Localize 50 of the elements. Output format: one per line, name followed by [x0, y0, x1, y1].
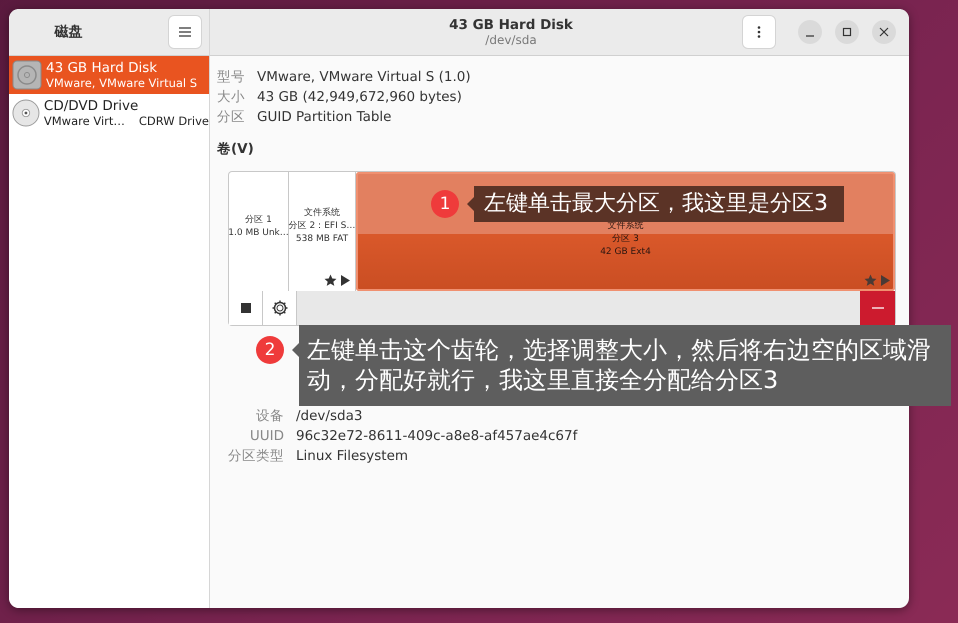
partition-label: 文件系统 [304, 207, 340, 220]
partition-label: 分区 2：EFI S… [288, 220, 356, 233]
field-value: 43 GB (42,949,672,960 bytes) [257, 89, 462, 106]
stop-button[interactable] [229, 291, 263, 325]
field-label: 大小 [217, 89, 245, 106]
field-label: 设备 [255, 408, 284, 425]
partition-label: 538 MB FAT [296, 233, 348, 246]
stop-icon [240, 303, 250, 313]
field-label: 分区 [217, 109, 245, 126]
disk-model: VMware, VMware Virtual S [46, 76, 198, 90]
maximize-button[interactable] [835, 20, 859, 44]
sidebar-title: 磁盘 [53, 23, 84, 41]
partition-label: 分区 3 [612, 233, 639, 246]
partition-label: 分区 1 [245, 214, 272, 226]
partition-label: 1.0 MB Unk… [229, 228, 289, 240]
disk-model: VMware Virt… [44, 114, 125, 128]
field-value: Linux Filesystem [296, 448, 408, 465]
partition-label: 42 GB Ext4 [600, 246, 651, 259]
field-label: UUID [248, 428, 284, 445]
gear-icon [272, 300, 288, 316]
disk-list-item[interactable]: CD/DVD Drive VMware Virt… CDRW Drive [9, 94, 209, 132]
field-value: 96c32e72-8611-409c-a8e8-af457ae4c67f [296, 428, 578, 445]
play-icon [340, 274, 351, 287]
disk-name: 43 GB Hard Disk [46, 60, 158, 76]
minus-icon [872, 306, 884, 310]
vertical-dots-icon [757, 26, 761, 38]
annotation-callout: 左键单击最大分区，我这里是分区3 [467, 186, 844, 222]
star-icon [324, 274, 337, 287]
annotation-callout: 左键单击这个齿轮，选择调整大小，然后将右边空的区域滑动，分配好就行，我这里直接全分配给分区3 [292, 325, 951, 406]
star-icon [864, 274, 877, 287]
section-title: 卷(V) [217, 140, 255, 158]
disk-type: CDRW Drive [138, 114, 209, 128]
maximize-icon [842, 27, 852, 37]
play-icon [880, 274, 891, 287]
settings-button[interactable] [263, 291, 297, 325]
menu-icon [179, 27, 191, 37]
menu-button[interactable] [168, 15, 202, 49]
disk-name: CD/DVD Drive [44, 98, 140, 114]
field-label: 分区类型 [228, 448, 284, 465]
field-value: GUID Partition Table [257, 109, 392, 126]
disk-list-item[interactable]: 43 GB Hard Disk VMware, VMware Virtual S [9, 56, 209, 94]
window-subtitle: /dev/sda [485, 33, 537, 47]
field-label: 型号 [217, 69, 245, 86]
minimize-icon [805, 35, 815, 37]
field-value: /dev/sda3 [296, 408, 362, 425]
optical-disc-icon [12, 98, 40, 128]
field-value: VMware, VMware Virtual S (1.0) [257, 69, 471, 86]
close-icon [879, 27, 889, 37]
close-button[interactable] [872, 20, 896, 44]
window-title: 43 GB Hard Disk [449, 17, 573, 33]
